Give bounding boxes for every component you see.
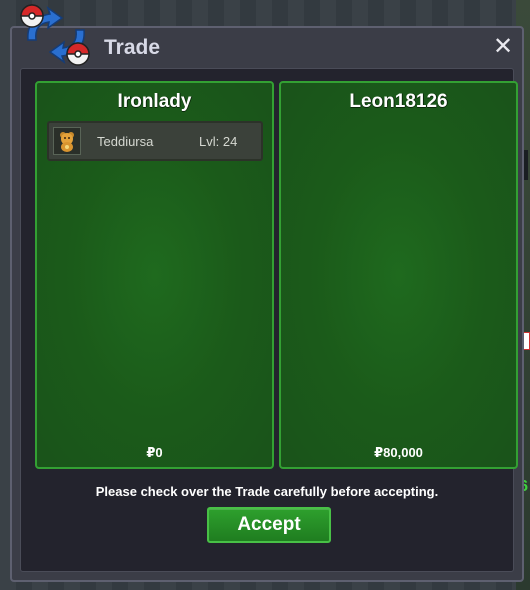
trade-logo-icon [20,4,90,66]
trader-panel-right: Leon18126 ₽80,000 [279,81,518,469]
trader-panel-left: Ironlady Teddiursa Lvl: 24 ₽0 [35,81,274,469]
pokemon-level: Lvl: 24 [199,134,238,149]
trade-item[interactable]: Teddiursa Lvl: 24 [47,121,263,161]
trader-name: Ironlady [117,91,192,112]
trader-money: ₽0 [146,445,163,460]
trade-window: Trade ✕ Ironlady Teddiursa Lvl: 24 ₽0 Le… [10,26,524,582]
trader-money: ₽80,000 [374,445,423,460]
teddiursa-sprite-icon [53,127,81,155]
window-title: Trade [104,36,161,59]
trade-notice: Please check over the Trade carefully be… [95,484,439,499]
accept-button[interactable]: Accept [207,507,331,543]
trader-name: Leon18126 [349,91,448,112]
trade-content: Ironlady Teddiursa Lvl: 24 ₽0 Leon18126 … [20,68,518,572]
close-icon[interactable]: ✕ [492,35,514,59]
pokemon-name: Teddiursa [97,134,154,149]
